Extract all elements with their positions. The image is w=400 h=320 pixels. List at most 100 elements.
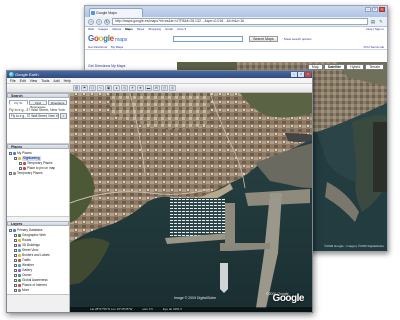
checkbox[interactable] [14,279,17,282]
map-type-hybrid[interactable]: Hybrid [346,64,365,70]
layer-icon [18,234,21,237]
checkbox[interactable] [9,229,12,232]
print-send-link[interactable]: Print Send Link [364,45,384,49]
sunlight-icon[interactable]: ☀ [129,85,136,91]
print-icon[interactable]: ⎙ [161,85,168,91]
fly-to-input[interactable]: Fly to e.g., 37 Wall Street, New York [9,113,59,119]
page-menu-icon[interactable]: ▤ [370,19,376,25]
menu-tools[interactable]: Tools [41,78,49,83]
menu-help[interactable]: Help [64,78,71,83]
ruler-icon[interactable]: ▬ [145,85,152,91]
reload-icon[interactable]: ↻ [104,18,110,25]
my-maps-link[interactable]: My Maps [111,45,123,49]
tab-find-businesses[interactable]: Find Businesses [28,100,48,109]
sidebar-toggle-icon[interactable]: ▥ [73,85,80,91]
checkbox[interactable] [9,172,12,175]
earth-sidebar: Search Fly To Find Businesses Directions… [7,93,70,312]
search-maps-button[interactable]: Search Maps [249,35,278,42]
eye-altitude-readout: Eye alt 3251 ft [162,307,183,311]
checkbox[interactable] [14,244,17,247]
tab-fly-to[interactable]: Fly To [9,100,28,105]
browser-window-controls: – □ × [365,7,385,12]
map-type-map[interactable]: Map [307,64,323,70]
earth-window-controls: – □ × [291,72,311,77]
places-item-label: Temporary Places [17,171,43,175]
layer-icon [18,239,21,242]
checkbox[interactable] [19,162,22,165]
topbar-link[interactable]: more ▾ [177,27,186,32]
layer-icon [18,259,21,262]
checkbox[interactable] [14,264,17,267]
back-icon[interactable]: ‹ [88,18,94,25]
minimize-button[interactable]: – [365,7,371,12]
earth-close-button[interactable]: × [305,72,311,77]
topbar-link[interactable]: Gmail [165,27,173,32]
forward-icon[interactable]: › [96,18,102,25]
map-type-satellite[interactable]: Satellite [323,64,346,70]
sky-icon[interactable]: ★ [137,85,144,91]
maps-search-input[interactable] [173,35,244,42]
menu-view[interactable]: View [30,78,38,83]
close-button[interactable]: × [379,7,385,12]
topbar-link[interactable]: Web [88,27,94,32]
add-path-icon[interactable]: ∿ [97,85,104,91]
address-bar[interactable]: http://maps.google.es/maps?hl=es&ie=UTF8… [112,18,368,25]
checkbox[interactable] [14,284,17,287]
menu-add[interactable]: Add [53,78,59,83]
earth-3d-view[interactable]: Image © 2009 DigitalGlobe ©2009 Google G… [70,93,312,312]
places-item[interactable]: Temporary Places [9,171,67,176]
checkbox[interactable] [14,157,17,160]
layer-icon [18,249,21,252]
menu-file[interactable]: File [10,78,16,83]
checkbox[interactable] [14,269,17,272]
maximize-button[interactable]: □ [372,7,378,12]
checkbox[interactable] [14,274,17,277]
google-earth-window: Google Earth – □ × File Edit View Tools … [6,70,313,313]
topbar-right-links[interactable]: Help | Sign in [366,27,384,32]
places-panel: My Places Sightseeing Temporary Places P… [7,149,69,217]
earth-maximize-button[interactable]: □ [298,72,304,77]
layer-icon [18,289,21,292]
search-options-link[interactable]: Show search options [284,37,312,41]
earth-window-title: Google Earth [15,72,39,77]
historical-imagery-icon[interactable]: ◷ [121,85,128,91]
earth-minimize-button[interactable]: – [291,72,297,77]
add-polygon-icon[interactable]: ⬠ [89,85,96,91]
browser-tab[interactable]: Google Maps [89,8,143,17]
side-panel-links[interactable]: Get Directions My Maps [85,62,177,70]
checkbox[interactable] [14,234,17,237]
view-in-maps-icon[interactable]: ◎ [169,85,176,91]
topbar-link[interactable]: Shopping [148,27,161,32]
layer-item-label: More [22,288,30,292]
map-type-buttons: Map Satellite Hybrid Terrain [307,64,384,70]
browser-tabstrip: Google Maps – □ × [85,6,387,17]
google-maps-logo[interactable]: Googlemaps [88,34,127,43]
screenshot-stage: Google Maps – □ × ‹ › ↻ http://maps.goog… [0,0,400,320]
record-tour-icon[interactable]: ● [113,85,120,91]
get-directions-link[interactable]: Get Directions [88,45,107,49]
checkbox[interactable] [14,249,17,252]
image-overlay-icon[interactable]: ▣ [105,85,112,91]
wrench-icon[interactable]: ✎ [378,19,384,25]
topbar-link[interactable]: Images [98,27,108,32]
layer-item[interactable]: More [9,288,67,293]
checkbox[interactable] [19,167,22,170]
email-icon[interactable]: ✉ [153,85,160,91]
database-icon [13,229,16,232]
search-tabs: Fly To Find Businesses Directions [9,100,68,109]
topbar-link[interactable]: News [137,27,145,32]
topbar-link-active[interactable]: Maps [125,27,133,32]
checkbox[interactable] [14,239,17,242]
checkbox[interactable] [14,259,17,262]
topbar-link[interactable]: Videos [112,27,121,32]
menu-edit[interactable]: Edit [20,78,26,83]
checkbox[interactable] [14,289,17,292]
pointer-coordinates: Lat 28°07'56"N Lon 15°25'35"W [90,307,133,311]
map-type-terrain[interactable]: Terrain [365,64,384,70]
checkbox[interactable] [14,254,17,257]
tab-directions[interactable]: Directions [48,100,68,105]
layers-panel-header[interactable]: Layers [7,221,69,226]
checkbox[interactable] [9,152,12,155]
search-icon[interactable]: ⌕ [60,113,67,119]
add-placemark-icon[interactable]: ⚑ [81,85,88,91]
